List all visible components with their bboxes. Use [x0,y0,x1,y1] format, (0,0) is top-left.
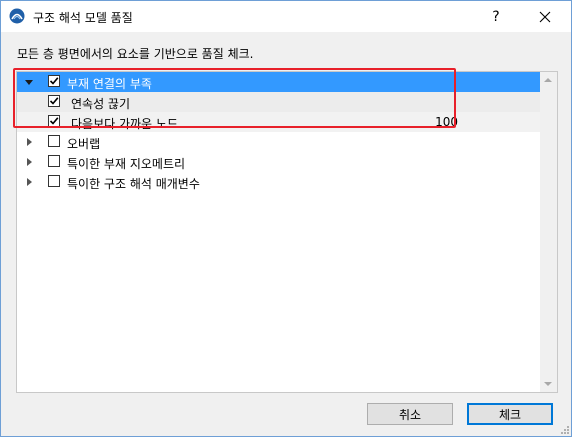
close-button[interactable] [519,1,571,32]
expand-arrow-icon[interactable] [27,158,32,166]
help-button[interactable]: ? [473,1,519,32]
dialog-window: 구조 해석 모델 품질 ? 모든 층 평면에서의 요소를 기반으로 품질 체크.… [0,0,572,437]
item-label: 다음보다 가까운 노드 [71,117,178,131]
item-value[interactable]: 100 [435,115,458,129]
scroll-up-icon[interactable] [544,78,552,82]
tree-group-item[interactable]: 부재 연결의 부족 [17,72,540,92]
item-label: 연속성 끊기 [71,97,131,111]
tree-group-item[interactable]: 특이한 부재 지오메트리 [17,152,540,172]
window-title: 구조 해석 모델 품질 [33,11,133,25]
vertical-scrollbar[interactable] [540,72,557,392]
item-label: 특이한 부재 지오메트리 [67,157,186,171]
item-label: 부재 연결의 부족 [67,77,152,91]
cancel-button[interactable]: 취소 [367,403,453,425]
tree-child-item[interactable]: 연속성 끊기 [17,92,540,112]
tree-group-item[interactable]: 오버랩 [17,132,540,152]
app-logo-icon [9,8,25,24]
close-icon [539,11,551,22]
tree-group-item[interactable]: 특이한 구조 해석 매개변수 [17,172,540,192]
item-checkbox[interactable] [48,175,60,187]
tree-child-item[interactable]: 다음보다 가까운 노드 100 [17,112,540,132]
item-checkbox[interactable] [48,115,60,127]
item-checkbox[interactable] [48,135,60,147]
expand-arrow-icon[interactable] [27,178,32,186]
collapse-arrow-icon[interactable] [25,80,33,85]
dialog-description: 모든 층 평면에서의 요소를 기반으로 품질 체크. [17,47,254,61]
item-checkbox[interactable] [48,75,60,87]
item-checkbox[interactable] [48,155,60,167]
check-button[interactable]: 체크 [467,403,553,425]
item-checkbox[interactable] [48,95,60,107]
expand-arrow-icon[interactable] [27,138,32,146]
scroll-down-icon[interactable] [544,382,552,386]
item-label: 오버랩 [67,137,101,151]
title-bar: 구조 해석 모델 품질 ? [1,1,571,32]
item-label: 특이한 구조 해석 매개변수 [67,177,200,191]
quality-check-tree: 부재 연결의 부족연속성 끊기다음보다 가까운 노드 100 오버랩특이한 부재 지… [16,71,558,393]
resize-grip-icon[interactable] [558,423,570,435]
